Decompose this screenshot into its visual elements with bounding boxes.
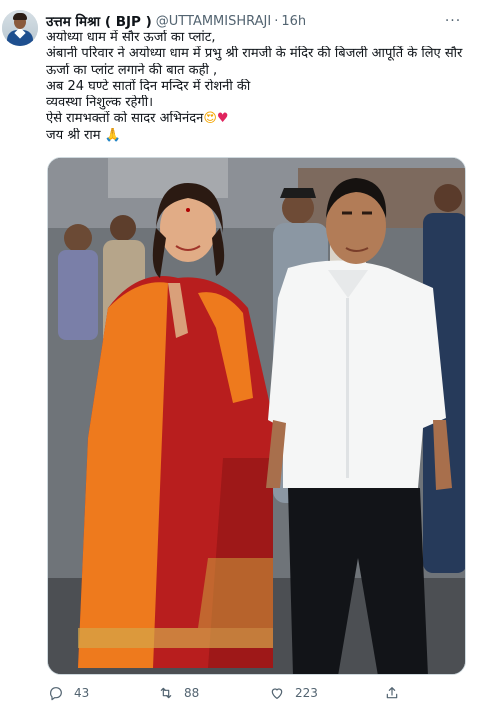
tweet-text-line-3: ऊर्जा का प्लांट लगाने की बात कही , xyxy=(46,62,218,78)
retweet-count: 88 xyxy=(184,686,200,700)
more-icon[interactable]: ··· xyxy=(443,12,463,30)
tweet-text: अयोध्या धाम में सौर ऊर्जा का प्लांट, अंब… xyxy=(46,30,471,144)
red-heart-emoji-icon: ♥ xyxy=(216,111,229,127)
share-upload-icon xyxy=(384,685,400,701)
tweet-header: उत्तम मिश्रा ( BJP ) @UTTAMMISHRAJI · 16… xyxy=(46,12,469,30)
retweet-icon xyxy=(158,685,174,701)
photo-couple-illustration xyxy=(48,158,465,674)
author-name[interactable]: उत्तम मिश्रा ( BJP ) xyxy=(46,12,152,30)
tweet-text-line-6-text: ऐसे रामभक्तों को सादर अभिनंदन xyxy=(46,111,204,127)
share-button[interactable] xyxy=(384,683,410,703)
tweet-text-line-5: व्यवस्था निशुल्क रहेगी। xyxy=(46,95,154,111)
author-handle[interactable]: @UTTAMMISHRAJI xyxy=(156,14,271,29)
tweet-photo[interactable] xyxy=(47,157,466,675)
reply-count: 43 xyxy=(74,686,90,700)
folded-hands-emoji-icon: 🙏 xyxy=(104,127,121,143)
like-count: 223 xyxy=(295,686,318,700)
avatar[interactable] xyxy=(2,10,38,46)
like-button[interactable]: 223 xyxy=(269,683,318,703)
smiling-heart-eyes-emoji-icon: 😍 xyxy=(203,111,217,127)
tweet-text-line-7: जय श्री राम 🙏 xyxy=(46,128,471,144)
tweet-text-line-6: ऐसे रामभक्तों को सादर अभिनंदन😍♥ xyxy=(46,111,471,127)
tweet-text-line-1: अयोध्या धाम में सौर ऊर्जा का प्लांट, xyxy=(46,30,216,45)
speech-bubble-icon xyxy=(48,685,64,701)
tweet-card[interactable]: उत्तम मिश्रा ( BJP ) @UTTAMMISHRAJI · 16… xyxy=(0,0,479,710)
tweet-text-line-2: अंबानी परिवार ने अयोध्या धाम में प्रभु श… xyxy=(46,46,463,62)
retweet-button[interactable]: 88 xyxy=(158,683,199,703)
tweet-text-line-4: अब 24 घण्टे सातों दिन मन्दिर में रोशनी क… xyxy=(46,78,251,94)
tweet-time[interactable]: 16h xyxy=(281,14,306,29)
tweet-text-line-7-text: जय श्री राम xyxy=(46,127,101,143)
heart-outline-icon xyxy=(269,685,285,701)
tweet-actions-bar: 43 88 223 xyxy=(46,683,471,703)
reply-button[interactable]: 43 xyxy=(48,683,89,703)
separator-dot: · xyxy=(274,13,279,29)
